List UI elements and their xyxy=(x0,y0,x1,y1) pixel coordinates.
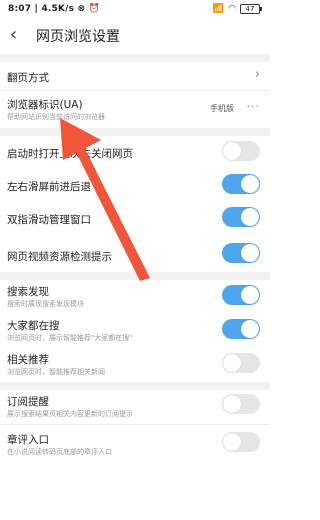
page-title: 网页浏览设置 xyxy=(36,29,120,45)
chevron-right-icon: › xyxy=(254,67,260,82)
section-divider xyxy=(0,382,270,390)
setting-title: 启动时打开上次未关闭网页 xyxy=(7,148,133,160)
setting-row-restore-tabs[interactable]: 启动时打开上次未关闭网页 xyxy=(0,136,270,166)
setting-title: 浏览器标识(UA) xyxy=(7,99,83,111)
setting-row-two-finger-window[interactable]: 双指滑动管理窗口 xyxy=(0,202,270,232)
setting-row-swipe-navigation[interactable]: 左右滑屏前进后退 xyxy=(0,168,270,198)
setting-title: 左右滑屏前进后退 xyxy=(7,181,91,193)
toggle-switch[interactable] xyxy=(222,319,260,339)
setting-title: 章评入口 xyxy=(7,434,49,446)
toggle-switch[interactable] xyxy=(222,394,260,414)
setting-row-trending-searches[interactable]: 大家都在搜 浏览网页时，展示智能推荐"大家都在搜" xyxy=(0,314,270,346)
toggle-knob xyxy=(223,433,241,451)
toggle-knob xyxy=(223,142,241,160)
toggle-switch[interactable] xyxy=(222,432,260,452)
setting-title: 相关推荐 xyxy=(7,354,49,366)
toggle-knob xyxy=(241,244,259,262)
section-divider xyxy=(0,128,270,136)
setting-row-subscription-reminder[interactable]: 订阅提醒 展示搜索结果页相关内容更新的订阅提示 xyxy=(0,390,270,422)
toggle-knob xyxy=(241,286,259,304)
toggle-knob xyxy=(241,208,259,226)
setting-row-page-turn[interactable]: 翻页方式 › xyxy=(0,62,270,90)
status-bar: 8:07 | 4.5K/s ⊗ ⏰ 📶 ◠ 47 xyxy=(0,0,270,20)
more-icon[interactable]: ··· xyxy=(247,100,261,113)
setting-subtitle: 展示搜索结果页相关内容更新的订阅提示 xyxy=(7,410,133,418)
setting-title: 翻页方式 xyxy=(7,72,49,84)
setting-title: 搜索发现 xyxy=(7,286,49,298)
setting-subtitle: 搜索时展现搜索发现模块 xyxy=(7,300,84,308)
setting-row-video-detection[interactable]: 网页视频资源检测提示 xyxy=(0,238,270,268)
setting-subtitle: 在小说阅读转码页底部的章评入口 xyxy=(7,448,112,456)
status-time: 8:07 xyxy=(8,4,32,14)
section-divider xyxy=(0,54,270,62)
section-divider xyxy=(0,272,270,280)
toggle-switch[interactable] xyxy=(222,285,260,305)
chevron-left-icon[interactable]: ‹ xyxy=(10,24,17,45)
toggle-switch[interactable] xyxy=(222,174,260,194)
signal-icon: 📶 xyxy=(212,4,225,14)
setting-subtitle: 浏览网页时，智能推荐相关新闻 xyxy=(7,368,105,376)
toggle-switch[interactable] xyxy=(222,243,260,263)
row-divider xyxy=(0,424,270,425)
setting-row-related-recommendations[interactable]: 相关推荐 浏览网页时，智能推荐相关新闻 xyxy=(0,348,270,380)
toggle-switch[interactable] xyxy=(222,207,260,227)
setting-value: 手机版 xyxy=(210,104,234,113)
setting-row-chapter-comments[interactable]: 章评入口 在小说阅读转码页底部的章评入口 xyxy=(0,428,270,460)
setting-title: 订阅提醒 xyxy=(7,396,49,408)
network-speed: 4.5K/s xyxy=(41,4,75,14)
setting-row-user-agent[interactable]: 浏览器标识(UA) 帮助网站识别当前访问的浏览器 手机版 ··· xyxy=(0,91,270,124)
toggle-switch[interactable] xyxy=(222,141,260,161)
status-bar-right: 📶 ◠ 47 xyxy=(212,4,262,14)
toggle-knob xyxy=(241,175,259,193)
toggle-switch[interactable] xyxy=(222,353,260,373)
battery-icon: 47 xyxy=(240,4,262,14)
toggle-knob xyxy=(223,395,241,413)
setting-subtitle: 帮助网站识别当前访问的浏览器 xyxy=(7,113,105,121)
toggle-knob xyxy=(223,354,241,372)
setting-subtitle: 浏览网页时，展示智能推荐"大家都在搜" xyxy=(7,334,133,342)
title-bar: ‹ 网页浏览设置 xyxy=(0,20,270,50)
wifi-icon: ◠ xyxy=(228,4,236,14)
setting-title: 双指滑动管理窗口 xyxy=(7,214,91,226)
setting-row-search-discovery[interactable]: 搜索发现 搜索时展现搜索发现模块 xyxy=(0,280,270,312)
setting-title: 大家都在搜 xyxy=(7,320,60,332)
toggle-knob xyxy=(241,320,259,338)
notification-icon: ⊗ ⏰ xyxy=(77,4,100,14)
setting-title: 网页视频资源检测提示 xyxy=(7,251,112,263)
status-bar-left: 8:07 | 4.5K/s ⊗ ⏰ xyxy=(8,4,100,14)
